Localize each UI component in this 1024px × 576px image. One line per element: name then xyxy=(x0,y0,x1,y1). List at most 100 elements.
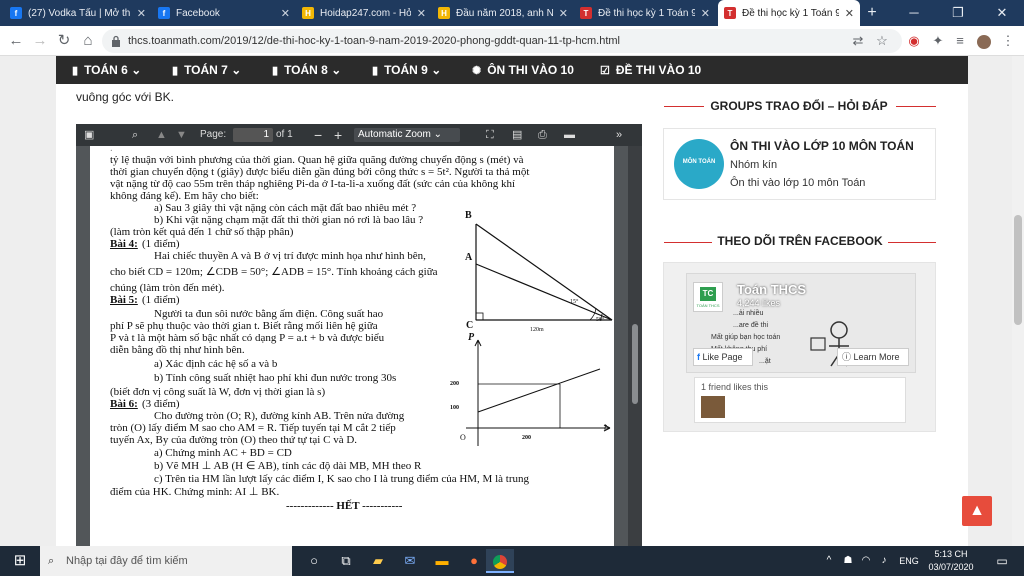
menu-toan-6[interactable]: ▮ TOÁN 6 ⌄ xyxy=(72,56,141,84)
extension-icon[interactable]: ◉ xyxy=(904,31,924,51)
document-line: phí P sẽ phụ thuộc vào thời gian t. Biết… xyxy=(110,320,378,332)
menu-on-thi-vao-10[interactable]: ✺ ÔN THI VÀO 10 xyxy=(472,56,574,84)
taskbar-search[interactable]: ⌕ Nhập tại đây để tìm kiếm xyxy=(40,546,292,576)
close-icon[interactable]: ✕ xyxy=(845,7,854,20)
wifi-icon[interactable]: ◠ xyxy=(858,549,874,573)
menu-lines-icon[interactable]: ≡ xyxy=(950,31,970,51)
tab-title: Đề thi học kỳ 1 Toán 9 c xyxy=(742,7,839,19)
minimize-button[interactable]: ─ xyxy=(892,0,936,26)
search-icon[interactable]: ⌕ xyxy=(132,124,138,146)
menu-toan-9[interactable]: ▮ TOÁN 9 ⌄ xyxy=(372,56,441,84)
close-window-button[interactable]: ✕ xyxy=(980,0,1024,26)
zoom-out-button[interactable]: − xyxy=(314,124,322,146)
tab-title: Facebook xyxy=(176,7,220,19)
tools-icon[interactable]: » xyxy=(616,124,622,146)
friend-avatar[interactable] xyxy=(701,396,725,418)
fb-learn-more-button[interactable]: ⓘ Learn More xyxy=(837,348,909,366)
group-card[interactable]: MÔN TOÁN ÔN THI VÀO LỚP 10 MÔN TOÁN Nhóm… xyxy=(663,128,936,200)
previous-page-icon[interactable]: ▲ xyxy=(156,124,167,146)
search-icon: ⌕ xyxy=(48,555,55,567)
document-line: cho biết CD = 120m; ∠CDB = 50°; ∠ADB = 1… xyxy=(110,266,438,278)
fullscreen-icon[interactable]: ⛶ xyxy=(486,124,494,146)
folder-icon[interactable]: ▬ xyxy=(428,549,456,573)
document-line: chúng (làm tròn đến mét). xyxy=(110,282,225,294)
translate-icon[interactable]: ⇄ xyxy=(848,31,868,51)
menu-toan-7[interactable]: ▮ TOÁN 7 ⌄ xyxy=(172,56,241,84)
close-icon[interactable]: ✕ xyxy=(417,7,426,20)
file-explorer-icon[interactable]: ▰ xyxy=(364,549,392,573)
puzzle-icon[interactable]: ✦ xyxy=(928,31,948,51)
group-name[interactable]: ÔN THI VÀO LỚP 10 MÔN TOÁN xyxy=(730,139,914,153)
tab-facebook[interactable]: f Facebook ✕ xyxy=(152,0,296,26)
menu-label: TOÁN 6 xyxy=(84,63,128,77)
close-icon[interactable]: ✕ xyxy=(559,7,568,20)
sidebar-toggle-icon[interactable]: ▣ xyxy=(84,124,94,146)
facebook-cover[interactable]: TC TOÁN THCS Toán THCS 4,244 likes ...ải… xyxy=(686,273,916,373)
windows-start-icon[interactable]: ⊞ xyxy=(6,549,34,573)
open-file-icon[interactable]: ▤ xyxy=(512,124,522,146)
network-icon[interactable]: ☗ xyxy=(840,549,856,573)
tab-de-thi-active[interactable]: T Đề thi học kỳ 1 Toán 9 c ✕ xyxy=(718,0,860,26)
document-line: P và t là một hàm số bậc nhất có dạng P … xyxy=(110,332,385,344)
avatar[interactable] xyxy=(974,31,994,51)
new-tab-button[interactable]: + xyxy=(862,3,882,23)
notification-icon[interactable]: ▭ xyxy=(988,549,1016,573)
more-vert-icon[interactable]: ⋮ xyxy=(998,31,1018,51)
home-icon[interactable]: ⌂ xyxy=(78,31,98,51)
next-page-icon[interactable]: ▼ xyxy=(176,124,187,146)
bookmark-icon[interactable]: ▬ xyxy=(564,124,575,146)
tab-de-thi-1[interactable]: T Đề thi học kỳ 1 Toán 9 c ✕ xyxy=(574,0,716,26)
back-arrow-icon[interactable]: ← xyxy=(6,31,26,51)
back-to-top-button[interactable]: ▲ xyxy=(962,496,992,526)
firefox-icon[interactable]: ● xyxy=(460,549,488,573)
fb-page-name[interactable]: Toán THCS xyxy=(737,282,806,297)
system-clock[interactable]: 5:13 CH 03/07/2020 xyxy=(928,548,974,574)
page-count: of 1 xyxy=(276,129,293,140)
forward-arrow-icon[interactable]: → xyxy=(30,31,50,51)
reload-icon[interactable]: ↻ xyxy=(54,31,74,51)
cortana-icon[interactable]: ○ xyxy=(300,549,328,573)
zoom-in-button[interactable]: + xyxy=(334,124,342,146)
page-number-input[interactable]: 1 xyxy=(233,128,273,142)
fb-like-page-button[interactable]: f Like Page xyxy=(693,348,753,366)
maximize-button[interactable]: ❐ xyxy=(936,0,980,26)
address-bar[interactable]: thcs.toanmath.com/2019/12/de-thi-hoc-ky-… xyxy=(102,29,902,53)
page-scrollbar-thumb[interactable] xyxy=(1014,215,1022,325)
chevron-up-icon[interactable]: ^ xyxy=(822,549,836,573)
mail-icon[interactable]: ✉ xyxy=(396,549,424,573)
document-line: (1 điểm) xyxy=(142,294,180,306)
browser-toolbar: ← → ↻ ⌂ thcs.toanmath.com/2019/12/de-thi… xyxy=(0,26,1024,56)
cover-text: ...ải nhiều xyxy=(733,310,764,317)
logo-text: TOÁN THCS xyxy=(696,303,720,308)
book-icon: ▮ xyxy=(372,65,379,77)
tab-hoidap247[interactable]: H Hoidap247.com - Hỏi đ ✕ xyxy=(296,0,432,26)
distance-label: 120m xyxy=(530,327,544,333)
facebook-widget: TC TOÁN THCS Toán THCS 4,244 likes ...ải… xyxy=(663,262,936,432)
arrow-up-icon: ▲ xyxy=(969,502,985,519)
fb-friends-box: 1 friend likes this xyxy=(694,377,906,423)
close-icon[interactable]: ✕ xyxy=(137,7,146,20)
groups-heading: GROUPS TRAO ĐỔI – HỎI ĐÁP xyxy=(710,99,888,113)
menu-toan-8[interactable]: ▮ TOÁN 8 ⌄ xyxy=(272,56,341,84)
close-icon[interactable]: ✕ xyxy=(281,7,290,20)
pdf-scrollbar-thumb[interactable] xyxy=(632,324,638,404)
document-line: a) Xác định các hệ số a và b xyxy=(154,358,278,370)
star-icon[interactable]: ☆ xyxy=(872,31,892,51)
volume-icon[interactable]: ♪ xyxy=(876,549,892,573)
zoom-select[interactable]: Automatic Zoom ⌄ xyxy=(354,128,460,142)
menu-label: ÔN THI VÀO 10 xyxy=(487,63,574,77)
print-icon[interactable]: ⎙ xyxy=(538,124,547,146)
close-icon[interactable]: ✕ xyxy=(701,7,710,20)
language-indicator[interactable]: ENG xyxy=(894,549,924,573)
tab-vodka[interactable]: f (27) Vodka Tấu | Mở th... ✕ xyxy=(4,0,152,26)
menu-de-thi-vao-10[interactable]: ☑ ĐỀ THI VÀO 10 xyxy=(600,56,701,84)
group-type: Nhóm kín xyxy=(730,159,778,171)
chrome-icon[interactable] xyxy=(486,549,514,573)
document-line: không đáng kể). Em hãy cho biết: xyxy=(110,190,259,202)
tab-dau-nam-2018[interactable]: H Đầu năm 2018, anh Ng ✕ xyxy=(432,0,574,26)
document-line: diễn bằng đồ thị như hình bên. xyxy=(110,344,245,356)
task-view-icon[interactable]: ⧉ xyxy=(332,549,360,573)
site-nav: ▮ TOÁN 6 ⌄ ▮ TOÁN 7 ⌄ ▮ TOÁN 8 ⌄ ▮ TOÁN 9 ⌄ … xyxy=(56,56,968,84)
facebook-icon: f xyxy=(697,352,700,362)
document-line: Bài 4: xyxy=(110,238,138,250)
